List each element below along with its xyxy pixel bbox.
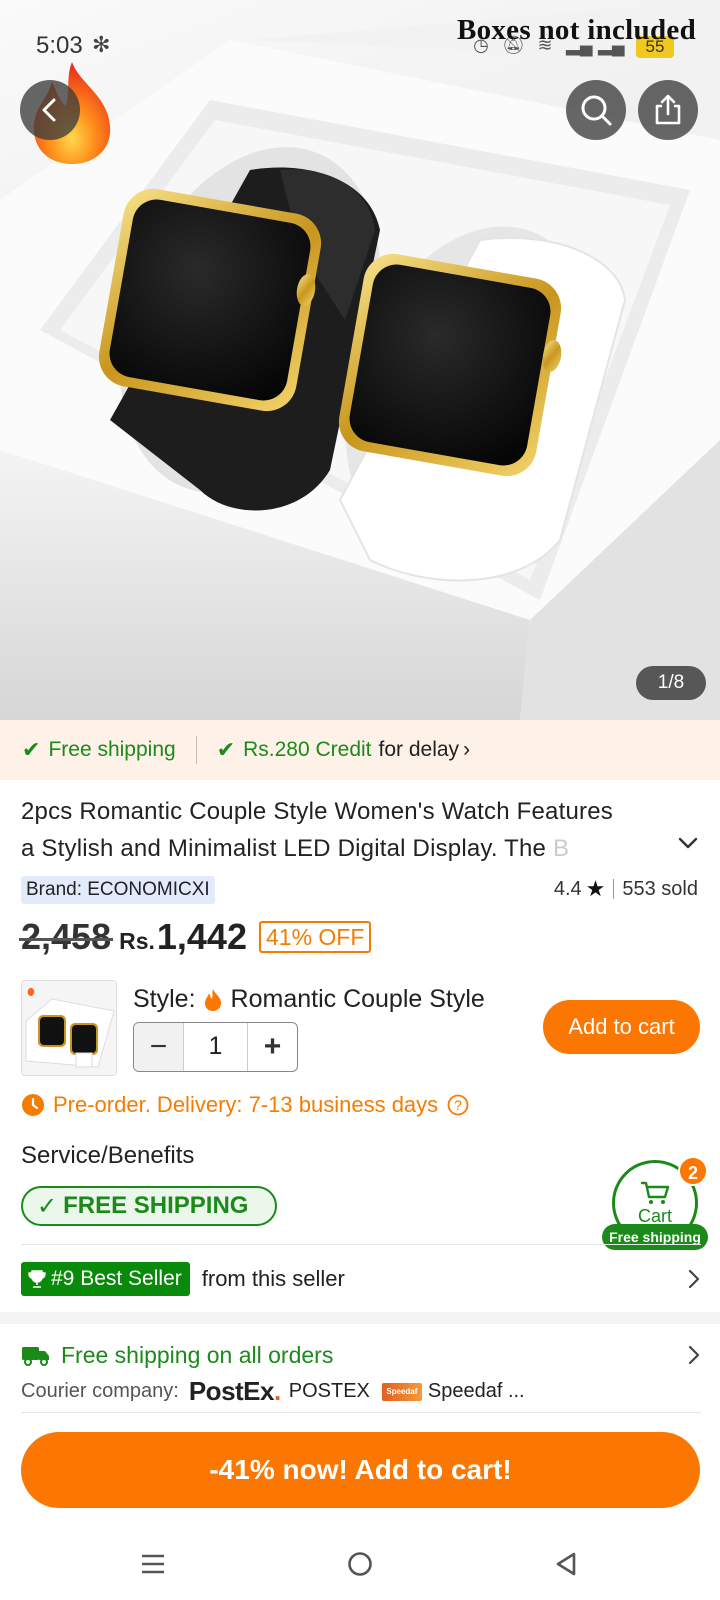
free-shipping-all-orders: Free shipping on all orders <box>61 1341 334 1368</box>
currency-symbol: Rs. <box>119 928 155 954</box>
cart-icon <box>640 1181 670 1204</box>
preorder-text: Pre-order. Delivery: 7-13 business days <box>53 1092 439 1117</box>
truck-icon <box>22 1347 49 1366</box>
home-button[interactable] <box>340 1544 380 1584</box>
credit-suffix: for delay <box>378 738 460 761</box>
trophy-icon <box>28 1270 46 1288</box>
add-to-cart-cta-button[interactable]: -41% now! Add to cart! <box>21 1432 700 1508</box>
recent-apps-button[interactable] <box>133 1544 173 1584</box>
check-icon: ✓ <box>37 1192 58 1220</box>
price-row: 2,458 Rs. 1,442 41% OFF <box>18 916 372 958</box>
product-image-carousel[interactable]: 5:03 ✻ ◷ 🔕︎ ≋ ▂▄ ▂▄ 55 Boxes not include… <box>0 0 720 720</box>
brand-tag[interactable]: Brand: ECONOMICXI <box>21 876 215 904</box>
service-title: Service/Benefits <box>21 1142 195 1169</box>
back-triangle-icon <box>556 1552 576 1576</box>
add-to-cart-button[interactable]: Add to cart <box>543 1000 700 1054</box>
postex-logo: PostEx. <box>188 1376 281 1406</box>
style-selector[interactable]: Style: Romantic Couple Style <box>133 985 485 1014</box>
courier-label: Courier company: <box>21 1380 179 1402</box>
chevron-right-icon <box>688 1345 700 1365</box>
quantity-value[interactable]: 1 <box>184 1023 247 1071</box>
section-gap <box>0 1312 720 1324</box>
free-shipping-badge: ✓ FREE SHIPPING <box>21 1186 277 1226</box>
cart-free-shipping-tag: Free shipping <box>602 1224 708 1250</box>
style-thumbnail[interactable] <box>21 980 117 1076</box>
free-shipping-pill-label: FREE SHIPPING <box>63 1192 249 1219</box>
shipping-info-row[interactable]: Free shipping on all orders <box>21 1338 701 1372</box>
credit-amount: Rs.280 Credit <box>243 738 372 761</box>
help-icon[interactable]: ? <box>447 1094 469 1116</box>
divider <box>195 736 197 764</box>
product-title-line2: a Stylish and Minimalist LED Digital Dis… <box>21 835 547 862</box>
back-button[interactable] <box>20 80 80 140</box>
increment-button[interactable]: + <box>247 1023 297 1071</box>
divider <box>21 1244 701 1245</box>
image-counter: 1/8 <box>636 666 706 700</box>
original-price: 2,458 <box>18 916 114 957</box>
chevron-right-icon: › <box>463 738 471 761</box>
courier-row: Courier company: PostEx. POSTEX Speedaf … <box>21 1376 525 1407</box>
star-icon: ★ <box>585 876 606 901</box>
sold-count: 553 sold <box>622 877 698 900</box>
preorder-notice: Pre-order. Delivery: 7-13 business days … <box>21 1092 469 1118</box>
product-title-line1: 2pcs Romantic Couple Style Women's Watch… <box>21 798 613 825</box>
svg-text:?: ? <box>454 1097 462 1113</box>
postex-name: POSTEX <box>288 1380 370 1402</box>
product-title: 2pcs Romantic Couple Style Women's Watch… <box>21 793 681 867</box>
boxes-not-included-label: Boxes not included <box>456 14 696 46</box>
divider <box>613 879 615 899</box>
back-nav-button[interactable] <box>546 1544 586 1584</box>
best-seller-rank: #9 Best Seller <box>51 1267 182 1290</box>
expand-title-button[interactable] <box>678 836 698 850</box>
decrement-button[interactable]: − <box>134 1023 184 1071</box>
search-button[interactable] <box>566 80 626 140</box>
divider <box>21 1412 701 1413</box>
flame-icon <box>204 988 221 1011</box>
status-time: 5:03 <box>36 32 83 59</box>
rating-value: 4.4 <box>553 877 582 900</box>
fan-icon: ✻ <box>92 32 111 57</box>
promo-strip[interactable]: ✔ Free shipping ✔ Rs.280 Credit for dela… <box>0 720 720 780</box>
check-icon: ✔ <box>216 737 236 762</box>
speedaf-name: Speedaf ... <box>427 1380 525 1402</box>
cart-count-badge: 2 <box>678 1156 708 1186</box>
best-seller-row[interactable]: #9 Best Seller from this seller <box>21 1262 701 1296</box>
current-price: 1,442 <box>156 916 247 957</box>
quantity-stepper[interactable]: − 1 + <box>133 1022 298 1072</box>
chevron-right-icon <box>688 1269 700 1289</box>
style-value: Romantic Couple Style <box>230 985 485 1013</box>
watch-thumbnail-image <box>22 981 116 1075</box>
discount-badge: 41% OFF <box>258 921 372 953</box>
speedaf-logo: Speedaf <box>381 1382 422 1401</box>
floating-cart-button[interactable]: Cart 2 Free shipping <box>602 1156 708 1250</box>
menu-icon <box>142 1554 164 1574</box>
search-icon <box>581 95 612 126</box>
clock-icon <box>22 1094 44 1116</box>
share-button[interactable] <box>638 80 698 140</box>
back-icon <box>42 98 56 122</box>
rating-row[interactable]: 4.4 ★ 553 sold <box>554 876 698 902</box>
free-shipping-label: Free shipping <box>48 738 176 761</box>
share-icon <box>655 94 681 125</box>
best-seller-suffix: from this seller <box>201 1266 345 1291</box>
style-label: Style: <box>133 985 196 1013</box>
home-icon <box>348 1552 372 1576</box>
product-title-fade: B <box>552 835 570 862</box>
check-icon: ✔ <box>22 737 41 762</box>
best-seller-badge: #9 Best Seller <box>21 1262 190 1296</box>
system-nav-bar <box>0 1520 720 1600</box>
